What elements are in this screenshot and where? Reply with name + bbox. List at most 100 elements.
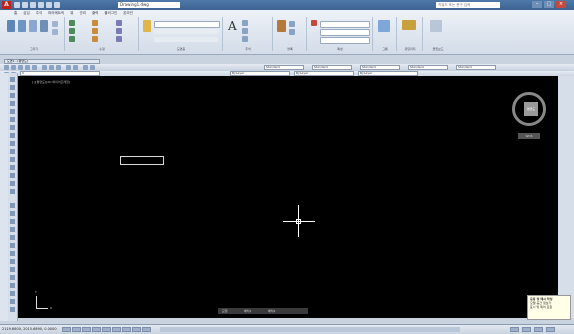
notification-balloon[interactable]: 응용 및 메시 작성 모델 공간 정보가 표시 및 제어 포함 — [527, 295, 571, 320]
fillet-tool-icon[interactable] — [10, 307, 15, 312]
app-logo[interactable]: A — [2, 1, 11, 9]
scale-tool-icon[interactable] — [10, 259, 15, 264]
mirror-tool-icon[interactable] — [10, 219, 15, 224]
save-icon[interactable] — [30, 2, 36, 8]
ortho-toggle[interactable] — [82, 327, 91, 332]
construction-line-icon[interactable] — [10, 85, 15, 90]
group-icon[interactable] — [378, 20, 390, 32]
ribbon-tab[interactable]: 홈 — [14, 11, 17, 16]
spline-tool-icon[interactable] — [10, 133, 15, 138]
tablestyle-dropdown[interactable]: Standard — [360, 65, 400, 70]
rectangle-icon[interactable] — [52, 21, 58, 27]
paste-icon[interactable] — [56, 65, 61, 70]
line-icon[interactable] — [7, 20, 15, 32]
polyline-icon[interactable] — [18, 20, 26, 32]
rotate-tool-icon[interactable] — [10, 251, 15, 256]
ellipse-tool-icon[interactable] — [10, 141, 15, 146]
color-dropdown[interactable] — [320, 21, 370, 28]
layer-tools-row[interactable] — [154, 37, 218, 42]
preview-icon[interactable] — [32, 65, 37, 70]
redo-icon[interactable] — [46, 2, 52, 8]
erase-tool-icon[interactable] — [10, 203, 15, 208]
create-block-icon[interactable] — [289, 21, 295, 27]
undo-icon[interactable] — [38, 2, 44, 8]
tab-layout1[interactable]: 배치1 — [244, 308, 251, 314]
zoom-icon[interactable] — [90, 65, 95, 70]
dimension-icon[interactable] — [242, 20, 248, 26]
array-icon[interactable] — [116, 36, 122, 42]
mtext-tool-icon[interactable] — [10, 189, 15, 194]
hatch-icon[interactable] — [52, 29, 58, 35]
lineweight-dropdown[interactable] — [320, 37, 370, 44]
viewport-label[interactable]: [-][평면도][2D 와이어프레임] — [32, 80, 70, 84]
ducs-toggle[interactable] — [122, 327, 131, 332]
arc-tool-icon[interactable] — [10, 117, 15, 122]
grid-toggle[interactable] — [72, 327, 81, 332]
clean-screen-icon[interactable] — [546, 327, 555, 332]
stretch-icon[interactable] — [69, 36, 75, 42]
ribbon-tab[interactable]: 파라메트릭 — [48, 11, 64, 16]
new-file-icon[interactable] — [14, 2, 20, 8]
maximize-button[interactable]: □ — [544, 1, 554, 8]
leader-icon[interactable] — [242, 28, 248, 34]
chamfer-tool-icon[interactable] — [10, 299, 15, 304]
mleaderstyle-dropdown[interactable]: Standard — [408, 65, 448, 70]
rotate-icon[interactable] — [92, 20, 98, 26]
dimstyle-dropdown[interactable]: Standard — [312, 65, 352, 70]
paste-icon[interactable] — [430, 20, 442, 32]
move-icon[interactable] — [69, 20, 75, 26]
circle-icon[interactable] — [29, 20, 37, 32]
ribbon-tab[interactable]: 주석 — [36, 11, 42, 16]
stretch-tool-icon[interactable] — [10, 267, 15, 272]
open-icon[interactable] — [11, 65, 16, 70]
measure-icon[interactable] — [402, 20, 416, 30]
workspace-icon[interactable] — [510, 327, 519, 332]
close-button[interactable]: × — [556, 1, 566, 8]
dyn-toggle[interactable] — [132, 327, 141, 332]
ribbon-tab[interactable]: 관리 — [79, 11, 85, 16]
offset-tool-icon[interactable] — [10, 227, 15, 232]
table-icon[interactable] — [242, 36, 248, 42]
save-icon[interactable] — [18, 65, 23, 70]
arc-icon[interactable] — [40, 20, 48, 32]
table-tool-icon[interactable] — [10, 181, 15, 186]
redo-icon[interactable] — [73, 65, 78, 70]
copy-icon[interactable] — [69, 28, 75, 34]
fillet-icon[interactable] — [116, 28, 122, 34]
insert-block-tool-icon[interactable] — [10, 149, 15, 154]
tab-layout2[interactable]: 배치2 — [268, 308, 275, 314]
new-icon[interactable] — [4, 65, 9, 70]
lineweight-toggle[interactable] — [142, 327, 151, 332]
ribbon-tab[interactable]: 온라인 — [123, 11, 133, 16]
trim-icon[interactable] — [116, 20, 122, 26]
polar-toggle[interactable] — [92, 327, 101, 332]
drawn-rectangle[interactable] — [120, 156, 164, 165]
trim-tool-icon[interactable] — [10, 275, 15, 280]
undo-icon[interactable] — [66, 65, 71, 70]
extend-tool-icon[interactable] — [10, 283, 15, 288]
otrack-toggle[interactable] — [112, 327, 121, 332]
lock-icon[interactable] — [522, 327, 531, 332]
viewcube-face[interactable]: 평면도 — [524, 102, 538, 116]
hatch-tool-icon[interactable] — [10, 165, 15, 170]
move-tool-icon[interactable] — [10, 243, 15, 248]
line-tool-icon[interactable] — [10, 77, 15, 82]
help-search-input[interactable]: 키워드 또는 문구 입력 — [436, 2, 500, 8]
coordinate-readout[interactable]: 2119.8600, 2015.6890, 0.0000 — [2, 327, 57, 331]
cut-icon[interactable] — [42, 65, 47, 70]
drawing-canvas[interactable]: [-][평면도][2D 와이어프레임] 평면도 WCS Y X 모형 배치1 배… — [18, 76, 570, 318]
circle-tool-icon[interactable] — [10, 125, 15, 130]
mirror-icon[interactable] — [92, 28, 98, 34]
array-tool-icon[interactable] — [10, 235, 15, 240]
visual-style-dropdown[interactable]: Standard — [456, 65, 496, 70]
rectangle-tool-icon[interactable] — [10, 109, 15, 114]
style-dropdown[interactable]: Standard — [264, 65, 304, 70]
copy-tool-icon[interactable] — [10, 211, 15, 216]
ribbon-tab[interactable]: 뷰 — [70, 11, 73, 16]
linetype-dropdown[interactable] — [320, 29, 370, 36]
edit-block-icon[interactable] — [289, 29, 295, 35]
layer-tools-row[interactable] — [154, 29, 218, 34]
polygon-tool-icon[interactable] — [10, 101, 15, 106]
multiline-text-icon[interactable]: A — [228, 19, 238, 33]
open-file-icon[interactable] — [22, 2, 28, 8]
